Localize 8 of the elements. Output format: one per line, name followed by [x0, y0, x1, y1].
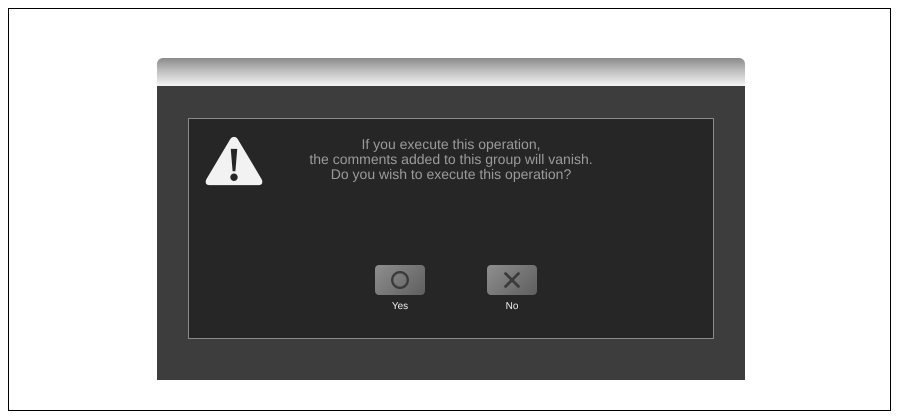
- button-label: No: [506, 301, 518, 312]
- close-icon: [501, 269, 523, 291]
- circle-icon: [389, 269, 411, 291]
- message-text: If you execute this operation, the comments added to this group will vanish. Do you wish to execute this operation?: [308, 137, 594, 182]
- cancel-button[interactable]: [487, 265, 537, 295]
- warning-icon: [204, 135, 264, 187]
- button-label: Yes: [392, 301, 408, 312]
- confirm-button[interactable]: [375, 265, 425, 295]
